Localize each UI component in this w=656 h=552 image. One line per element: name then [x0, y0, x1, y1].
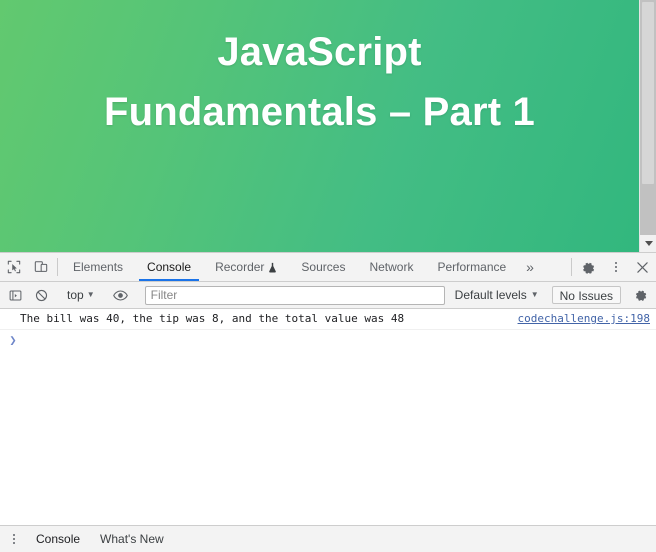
eye-icon — [113, 289, 128, 301]
more-options-icon — [614, 262, 617, 272]
inspect-element-icon — [7, 260, 20, 274]
live-expression-button[interactable] — [108, 283, 134, 307]
experiment-flask-icon — [269, 262, 277, 272]
console-context-label: top — [67, 288, 84, 302]
console-settings-button[interactable] — [628, 283, 654, 307]
tab-sources-label: Sources — [301, 260, 346, 274]
drawer-tab-console-label: Console — [36, 532, 81, 546]
chevron-down-icon — [644, 241, 653, 246]
tab-sources[interactable]: Sources — [289, 253, 357, 281]
tab-elements-label: Elements — [73, 260, 124, 274]
scrollbar-thumb[interactable] — [642, 2, 654, 184]
toolbar-divider-right — [571, 258, 572, 276]
console-output[interactable]: The bill was 40, the tip was 8, and the … — [0, 309, 656, 525]
more-options-icon — [13, 534, 15, 544]
drawer-tab-whats-new[interactable]: What's New — [90, 527, 174, 551]
devtools-settings-button[interactable] — [575, 253, 602, 281]
devtools-drawer-tabbar: Console What's New — [0, 525, 656, 552]
device-toolbar-icon — [34, 261, 47, 272]
devtools-close-button[interactable] — [629, 253, 656, 281]
devtools-tabbar-actions — [568, 253, 656, 281]
chevron-down-icon: ▼ — [530, 290, 539, 299]
console-sidebar-toggle-button[interactable] — [2, 283, 28, 307]
console-prompt-row[interactable]: ❯ — [0, 330, 656, 352]
console-toolbar: top ▼ Default levels ▼ No Issues — [0, 282, 656, 309]
tab-console[interactable]: Console — [135, 253, 203, 281]
tab-network[interactable]: Network — [357, 253, 425, 281]
devtools-more-options-button[interactable] — [602, 253, 629, 281]
tab-console-label: Console — [147, 260, 192, 274]
more-tabs-button[interactable]: » — [518, 253, 542, 281]
toolbar-divider — [57, 258, 58, 276]
page-title: JavaScript Fundamentals – Part 1 — [104, 22, 535, 142]
tab-performance[interactable]: Performance — [425, 253, 518, 281]
scrollbar-down-button[interactable] — [640, 235, 656, 252]
console-sidebar-toggle-icon — [9, 290, 21, 300]
tab-recorder[interactable]: Recorder — [203, 253, 289, 281]
chevron-down-icon: ▼ — [86, 290, 95, 299]
tab-performance-label: Performance — [437, 260, 507, 274]
clear-console-icon — [35, 289, 47, 301]
tab-network-label: Network — [369, 260, 414, 274]
drawer-more-options-button[interactable] — [2, 528, 26, 550]
drawer-tab-console[interactable]: Console — [26, 527, 90, 551]
console-log-source-link[interactable]: codechallenge.js:198 — [518, 312, 650, 326]
gear-icon — [635, 290, 647, 301]
drawer-tab-whats-new-label: What's New — [100, 532, 164, 546]
gear-icon — [583, 262, 595, 274]
clear-console-button[interactable] — [28, 283, 54, 307]
console-prompt-input[interactable] — [20, 333, 650, 347]
devtools-tabbar: Elements Console Recorder Sources Networ… — [0, 253, 656, 282]
console-context-selector[interactable]: top ▼ — [61, 285, 101, 305]
console-log-text: The bill was 40, the tip was 8, and the … — [20, 312, 405, 325]
inspect-element-button[interactable] — [0, 253, 27, 281]
devtools-tab-list: Elements Console Recorder Sources Networ… — [61, 253, 568, 281]
page-vertical-scrollbar[interactable] — [639, 0, 656, 252]
chevron-double-right-icon: » — [526, 259, 534, 275]
hero-banner: JavaScript Fundamentals – Part 1 — [0, 0, 639, 252]
issues-label: No Issues — [559, 289, 613, 303]
console-filter-input[interactable] — [144, 285, 445, 305]
device-toolbar-button[interactable] — [27, 253, 54, 281]
page-title-line-1: JavaScript — [217, 30, 422, 74]
console-log-levels-selector[interactable]: Default levels ▼ — [449, 285, 545, 305]
close-icon — [637, 261, 648, 273]
browser-window: JavaScript Fundamentals – Part 1 Element… — [0, 0, 656, 552]
console-log-entry[interactable]: The bill was 40, the tip was 8, and the … — [0, 309, 656, 330]
tab-elements[interactable]: Elements — [61, 253, 135, 281]
console-log-levels-label: Default levels — [454, 288, 527, 302]
page-viewport: JavaScript Fundamentals – Part 1 — [0, 0, 656, 252]
issues-button[interactable]: No Issues — [551, 286, 621, 304]
scrollbar-track[interactable] — [640, 0, 656, 235]
console-prompt-caret: ❯ — [9, 333, 17, 347]
devtools-panel: Elements Console Recorder Sources Networ… — [0, 252, 656, 552]
tab-recorder-label: Recorder — [215, 260, 265, 274]
page-title-line-2: Fundamentals – Part 1 — [104, 90, 535, 134]
